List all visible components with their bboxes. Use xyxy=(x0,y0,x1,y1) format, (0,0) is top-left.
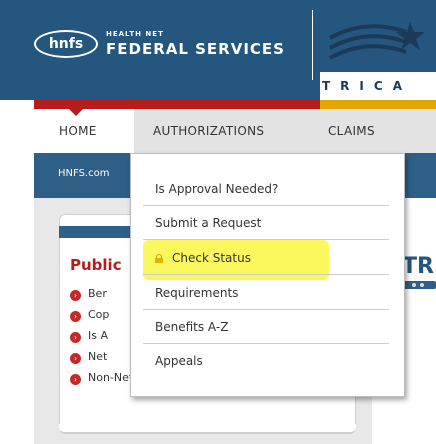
menu-item-requirements[interactable]: Requirements xyxy=(143,276,389,310)
nav-accent-gold xyxy=(320,100,436,109)
breadcrumb[interactable]: HNFS.com xyxy=(58,168,109,179)
brand-title[interactable]: FEDERAL SERVICES xyxy=(106,40,285,58)
arrow-bullet-icon: › xyxy=(70,290,81,301)
menu-item-submit-request[interactable]: Submit a Request xyxy=(143,206,389,240)
carousel-strip xyxy=(402,281,436,289)
menu-item-benefits-a-z[interactable]: Benefits A-Z xyxy=(143,310,389,344)
arrow-bullet-icon: › xyxy=(70,332,81,343)
menu-item-is-approval-needed[interactable]: Is Approval Needed? xyxy=(143,172,389,206)
menu-item-check-status[interactable]: Check Status xyxy=(143,241,389,275)
arrow-bullet-icon: › xyxy=(70,353,81,364)
side-link[interactable]: › Net xyxy=(70,350,107,364)
carousel-dot[interactable] xyxy=(412,283,416,287)
nav-authorizations[interactable]: AUTHORIZATIONS xyxy=(153,124,264,138)
tricare-eagle-logo xyxy=(329,22,425,60)
nav-active-indicator xyxy=(69,109,83,116)
carousel-dot[interactable] xyxy=(420,283,424,287)
arrow-bullet-icon: › xyxy=(70,374,81,385)
header-divider xyxy=(312,10,313,80)
page-title: TR xyxy=(402,254,434,279)
nav-home[interactable]: HOME xyxy=(59,124,97,138)
side-link[interactable]: › Ber xyxy=(70,287,107,301)
side-link[interactable]: › Is A xyxy=(70,329,108,343)
arrow-bullet-icon: › xyxy=(70,311,81,322)
menu-item-appeals[interactable]: Appeals xyxy=(143,344,389,378)
side-panel-heading: Public xyxy=(70,256,122,274)
nav-accent-red xyxy=(34,100,320,109)
nav-claims[interactable]: CLAIMS xyxy=(328,124,375,138)
tricare-wordmark: TRICA xyxy=(322,79,412,93)
brand-subtitle: HEALTH NET xyxy=(106,30,164,38)
side-panel-bottom xyxy=(59,424,356,434)
side-link[interactable]: › Cop xyxy=(70,308,109,322)
hnfs-logo[interactable]: hnfs xyxy=(34,30,98,58)
lock-icon xyxy=(155,254,163,263)
